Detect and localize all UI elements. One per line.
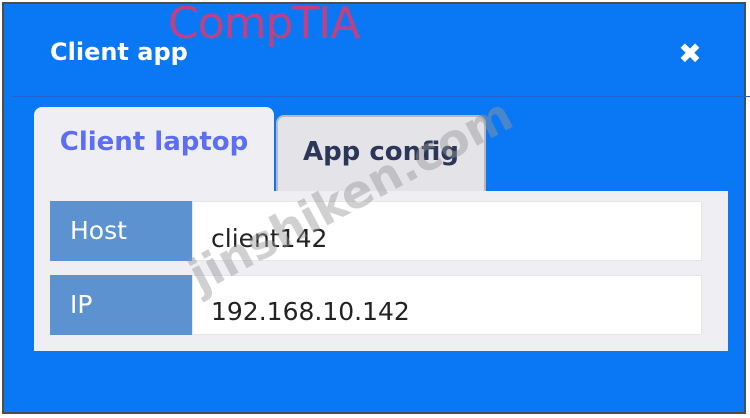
ip-value: 192.168.10.142 bbox=[192, 275, 702, 335]
host-label: Host bbox=[50, 201, 192, 261]
client-app-dialog: Client app ✖ Client laptop App config Ho… bbox=[2, 2, 750, 414]
tab-app-config[interactable]: App config bbox=[276, 115, 486, 191]
comptia-logo: CompTIA bbox=[168, 0, 360, 49]
ip-label: IP bbox=[50, 275, 192, 335]
close-button[interactable]: ✖ bbox=[676, 40, 704, 68]
client-laptop-panel: Host client142 IP 192.168.10.142 bbox=[34, 191, 728, 351]
title-divider bbox=[12, 96, 750, 97]
tab-client-laptop[interactable]: Client laptop bbox=[34, 107, 274, 195]
host-value: client142 bbox=[192, 201, 702, 261]
